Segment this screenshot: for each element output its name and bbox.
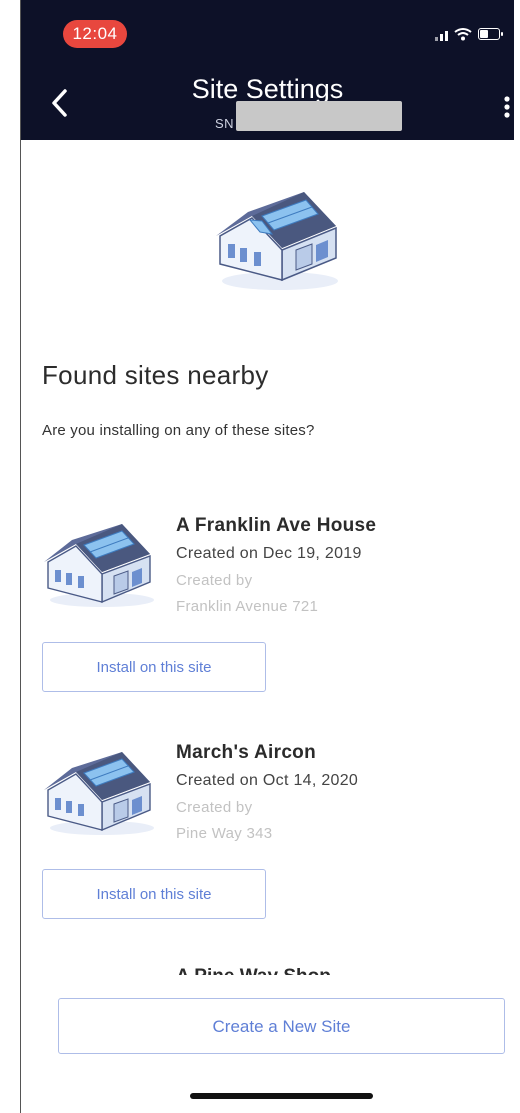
site-address: Franklin Avenue 721 <box>176 598 319 615</box>
site-created-date: Created on Dec 19, 2019 <box>176 545 362 562</box>
site-name: A Franklin Ave House <box>176 515 377 536</box>
battery-icon <box>478 28 503 40</box>
site-house-icon <box>44 524 154 607</box>
site-created-date: Created on Oct 14, 2020 <box>176 772 359 789</box>
partial-site-name: A Pine Way Shop <box>176 962 331 975</box>
install-on-site-button[interactable]: Install on this site <box>42 642 266 692</box>
site-created-by: Created by <box>176 572 253 589</box>
status-time: 12:04 <box>63 20 127 48</box>
site-name: March's Aircon <box>176 742 316 763</box>
screen-frame-edge <box>20 0 21 1113</box>
install-on-site-button[interactable]: Install on this site <box>42 869 266 919</box>
signal-icon <box>435 27 448 41</box>
screen-frame-left <box>0 0 20 1113</box>
site-house-icon <box>44 752 154 835</box>
site-address: Pine Way 343 <box>176 825 273 842</box>
wifi-icon <box>454 28 472 41</box>
serial-number-label: SN <box>215 116 235 131</box>
more-options-button[interactable] <box>500 92 514 122</box>
redacted-serial <box>236 101 402 131</box>
found-sites-subheading: Are you installing on any of these sites… <box>42 422 315 439</box>
house-illustration <box>216 192 338 290</box>
app-header: 12:04 Site Settings SN <box>21 0 514 140</box>
more-vertical-icon <box>504 96 510 118</box>
home-indicator[interactable] <box>190 1093 373 1099</box>
screen-frame-right <box>514 0 520 1113</box>
status-icons <box>435 24 503 44</box>
found-sites-heading: Found sites nearby <box>42 360 269 390</box>
site-created-by: Created by <box>176 799 253 816</box>
create-new-site-button[interactable]: Create a New Site <box>58 998 505 1054</box>
